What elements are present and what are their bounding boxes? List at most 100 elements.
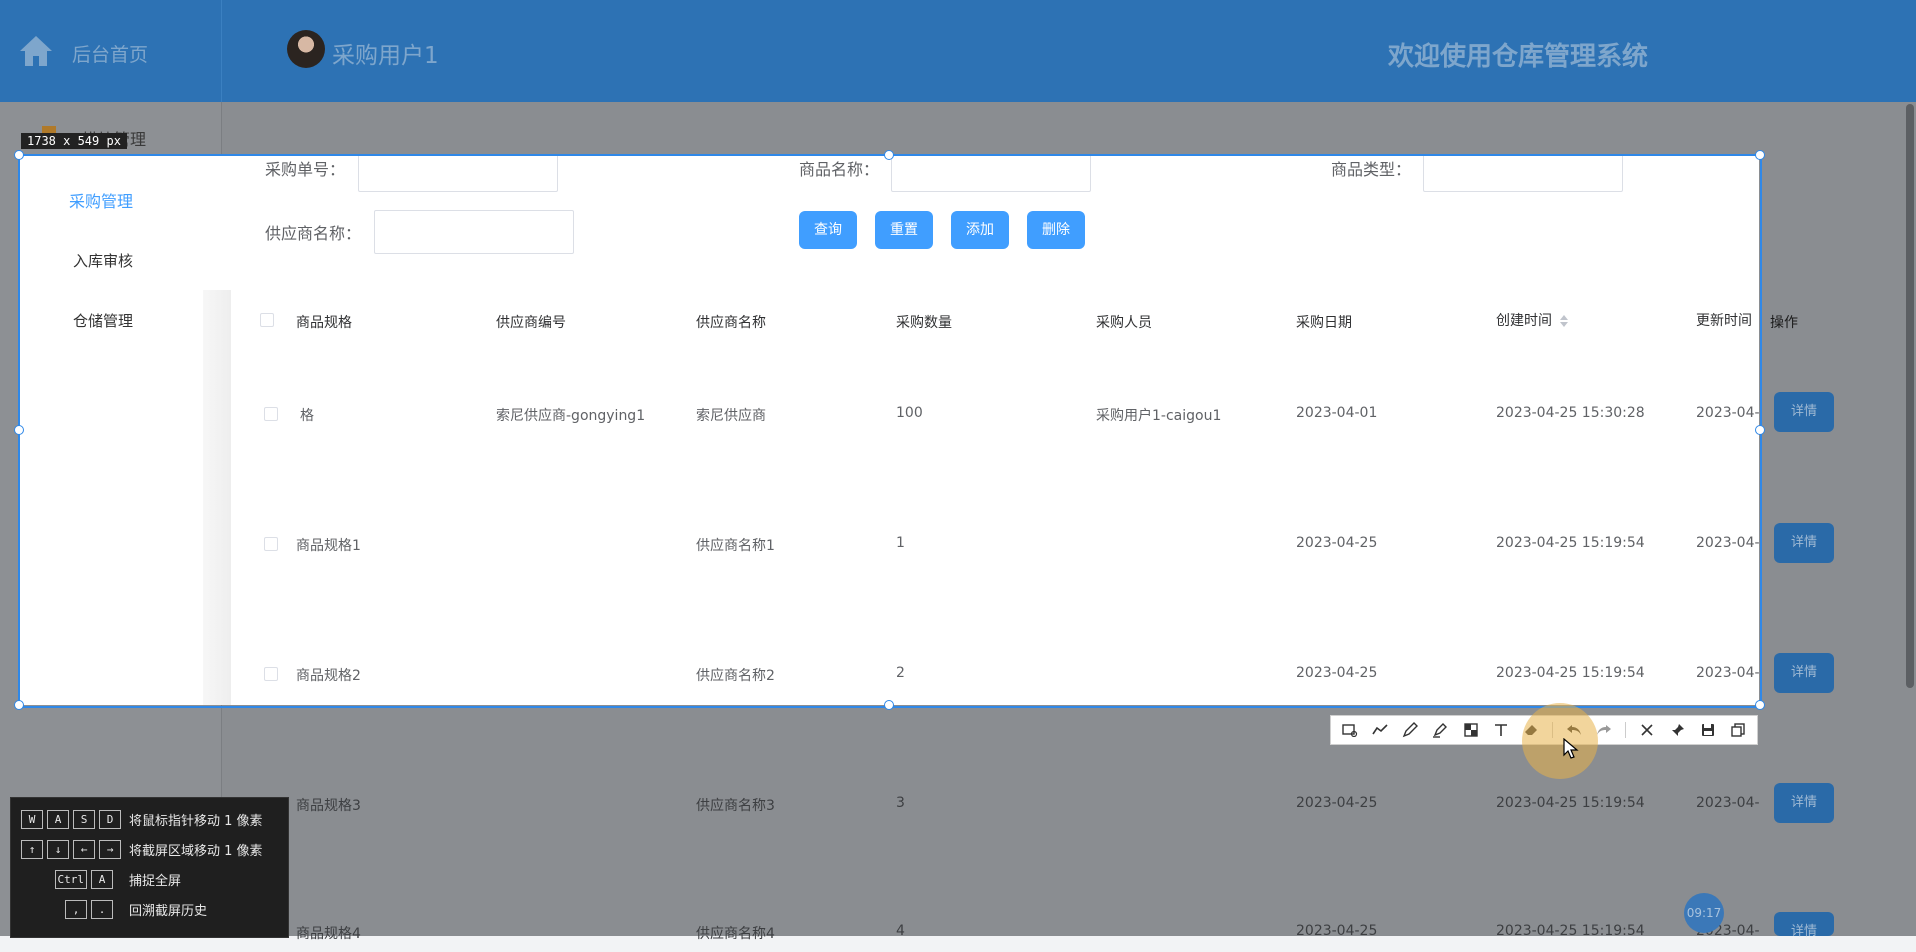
table-cell-supplier-name: 供应商名称3 (696, 798, 775, 814)
page-scrollbar[interactable] (1906, 104, 1914, 688)
column-header-qty[interactable]: 采购数量 (896, 312, 952, 332)
pin-icon[interactable] (1669, 721, 1687, 739)
help-text: 回溯截屏历史 (129, 903, 208, 919)
help-row: Ctrl A 捕捉全屏 (21, 866, 181, 892)
key-cap: A (47, 809, 69, 829)
detail-button[interactable]: 详情 (1774, 392, 1834, 432)
row-checkbox[interactable] (264, 407, 278, 421)
sort-icon[interactable] (1560, 315, 1569, 327)
table-cell-qty: 1 (896, 535, 905, 551)
detail-button[interactable]: 详情 (1774, 523, 1834, 563)
reset-button[interactable]: 重置 (875, 211, 933, 249)
save-icon[interactable] (1699, 721, 1717, 739)
product-type-label: 商品类型： (1331, 160, 1412, 179)
table-cell-created: 2023-04-25 15:19:54 (1496, 923, 1645, 939)
key-cap: A (91, 869, 113, 889)
clock-badge: 09:17 (1684, 893, 1724, 933)
column-header-buyer[interactable]: 采购人员 (1096, 312, 1152, 332)
table-cell-created: 2023-04-25 15:30:28 (1496, 405, 1645, 421)
table-cell-date: 2023-04-01 (1296, 405, 1378, 421)
resize-handle[interactable] (884, 700, 894, 710)
product-name-label: 商品名称： (799, 160, 880, 179)
capture-selection[interactable]: 采购管理 入库审核 仓储管理 采购单号： 商品名称： 商品类型： 供应商名称： … (19, 155, 1759, 705)
key-cap: D (99, 809, 121, 829)
column-header-supplier-no[interactable]: 供应商编号 (496, 312, 566, 332)
menu-item-storage[interactable]: 仓储管理 (73, 310, 133, 331)
column-header-updated[interactable]: 更新时间 (1696, 310, 1752, 330)
polyline-icon[interactable] (1371, 721, 1389, 739)
row-checkbox[interactable] (264, 667, 278, 681)
table-cell-updated: 2023-04- (1696, 405, 1759, 421)
table-cell-supplier-name: 索尼供应商 (696, 408, 766, 424)
table-cell-updated: 2023-04- (1696, 795, 1760, 811)
toolbar-separator (1625, 722, 1627, 738)
table-cell-created: 2023-04-25 15:19:54 (1496, 535, 1645, 551)
delete-button[interactable]: 删除 (1027, 211, 1085, 249)
key-cap: ↓ (47, 839, 69, 859)
resize-handle[interactable] (14, 425, 24, 435)
help-keys: W A S D (21, 809, 125, 829)
query-button[interactable]: 查询 (799, 211, 857, 249)
product-name-input[interactable] (891, 155, 1091, 192)
help-row: ↑ ↓ ← → 将截屏区域移动 1 像素 (21, 836, 263, 862)
purchase-no-input[interactable] (358, 155, 558, 192)
help-text: 将截屏区域移动 1 像素 (129, 843, 263, 859)
resize-handle[interactable] (14, 700, 24, 710)
pen-icon[interactable] (1401, 721, 1419, 739)
table-cell-qty: 4 (896, 923, 905, 939)
menu-item-purchase[interactable]: 采购管理 (69, 188, 133, 212)
table-cell-spec: 商品规格2 (296, 668, 361, 684)
column-header-created[interactable]: 创建时间 (1496, 310, 1569, 330)
table-cell-supplier-no: 索尼供应商-gongying1 (496, 408, 646, 424)
avatar[interactable] (287, 30, 325, 68)
column-header-created-label: 创建时间 (1496, 313, 1552, 329)
redo-icon[interactable] (1595, 721, 1613, 739)
help-keys: ↑ ↓ ← → (21, 839, 125, 859)
resize-handle[interactable] (14, 150, 24, 160)
product-type-input[interactable] (1423, 155, 1623, 192)
menu-item-inbound-review[interactable]: 入库审核 (73, 250, 133, 271)
detail-button[interactable]: 详情 (1774, 653, 1834, 693)
table-left-shadow (203, 290, 231, 705)
resize-handle[interactable] (1755, 150, 1765, 160)
supplier-name-input[interactable] (374, 210, 574, 254)
welcome-title: 欢迎使用仓库管理系统 (1388, 42, 1649, 72)
table-cell-created: 2023-04-25 15:19:54 (1496, 795, 1645, 811)
header-divider (221, 0, 222, 102)
column-header-spec[interactable]: 商品规格 (296, 312, 352, 332)
help-text: 捕捉全屏 (129, 873, 182, 889)
table-cell-spec: 商品规格3 (296, 798, 361, 814)
resize-handle[interactable] (1755, 425, 1765, 435)
mouse-cursor-icon (1563, 738, 1579, 759)
home-icon[interactable] (18, 34, 54, 68)
rect-select-icon[interactable] (1341, 721, 1359, 739)
help-keys: Ctrl A (21, 869, 125, 889)
row-checkbox[interactable] (264, 537, 278, 551)
key-cap: Ctrl (54, 869, 87, 889)
detail-button[interactable]: 详情 (1774, 783, 1834, 823)
select-all-checkbox[interactable] (260, 313, 274, 327)
key-cap: ↑ (21, 839, 43, 859)
table-cell-buyer: 采购用户1-caigou1 (1096, 408, 1222, 424)
table-cell-qty: 2 (896, 665, 905, 681)
detail-button[interactable]: 详情 (1774, 912, 1834, 939)
key-cap: W (21, 809, 43, 829)
add-button[interactable]: 添加 (951, 211, 1009, 249)
table-cell-qty: 100 (896, 405, 923, 421)
column-header-date[interactable]: 采购日期 (1296, 312, 1352, 332)
text-icon[interactable] (1492, 721, 1510, 739)
column-header-action[interactable]: 操作 (1770, 312, 1798, 332)
home-link[interactable]: 后台首页 (72, 40, 148, 67)
table-cell-spec: 商品规格4 (296, 926, 361, 942)
mosaic-icon[interactable] (1462, 721, 1480, 739)
key-cap: → (99, 839, 121, 859)
close-icon[interactable] (1638, 721, 1656, 739)
resize-handle[interactable] (884, 150, 894, 160)
supplier-name-label: 供应商名称： (265, 224, 362, 243)
column-header-supplier-name[interactable]: 供应商名称 (696, 312, 766, 332)
copy-icon[interactable] (1729, 721, 1747, 739)
resize-handle[interactable] (1755, 700, 1765, 710)
highlighter-icon[interactable] (1431, 721, 1449, 739)
table-cell-spec: 格 (300, 408, 314, 424)
user-name[interactable]: 采购用户1 (332, 36, 439, 70)
